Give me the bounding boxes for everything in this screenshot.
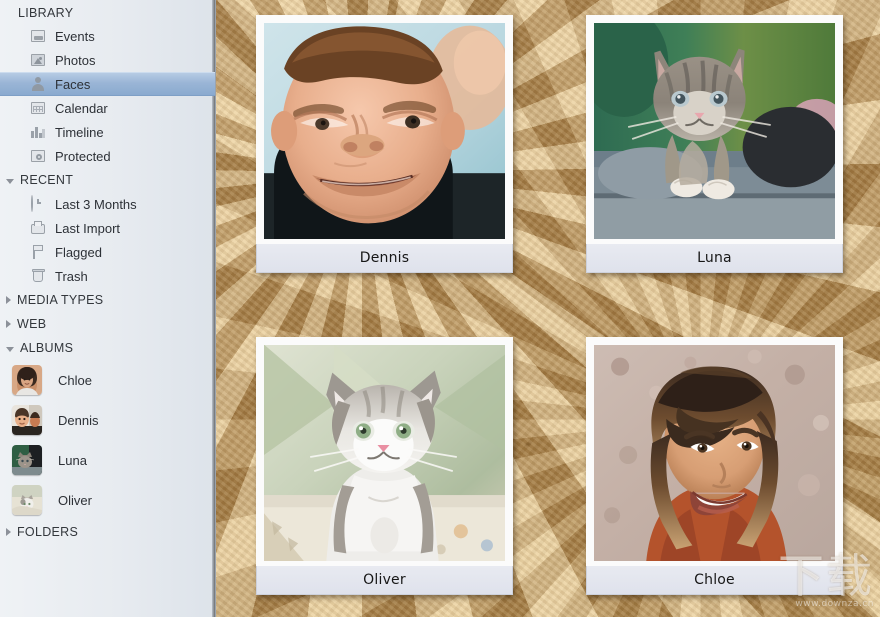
sidebar-album-chloe[interactable]: Chloe (0, 360, 215, 400)
photo-card-caption-luna: Luna (586, 244, 843, 273)
grey-white-fluffy-kitten (264, 345, 505, 561)
sidebar-group-web[interactable]: WEB (0, 312, 215, 336)
sidebar-album-label-oliver: Oliver (58, 492, 92, 508)
sidebar-item-label-protected: Protected (55, 148, 111, 164)
sidebar-item-trash[interactable]: Trash (0, 264, 215, 288)
sidebar-group-media-types[interactable]: MEDIA TYPES (0, 288, 215, 312)
sidebar-item-timeline[interactable]: Timeline (0, 120, 215, 144)
sidebar-item-label-calendar: Calendar (55, 100, 108, 116)
clock-icon (30, 195, 46, 212)
oliver-thumb (12, 485, 42, 515)
sidebar-item-last-import[interactable]: Last Import (0, 216, 215, 240)
sidebar-item-label-trash: Trash (55, 268, 88, 284)
sidebar: LIBRARY Events Photos Faces Calendar Tim… (0, 0, 216, 617)
grey-tabby-kitten-outdoors (594, 23, 835, 239)
dennis-thumb (12, 405, 42, 435)
sidebar-group-albums[interactable]: ALBUMS (0, 336, 215, 360)
sidebar-group-library[interactable]: LIBRARY (0, 2, 215, 24)
sidebar-item-events[interactable]: Events (0, 24, 215, 48)
sidebar-item-last-3-months[interactable]: Last 3 Months (0, 192, 215, 216)
sidebar-item-protected[interactable]: Protected (0, 144, 215, 168)
photos-icon (30, 52, 46, 68)
sidebar-group-folders[interactable]: FOLDERS (0, 520, 215, 544)
protected-icon (30, 148, 46, 164)
chevron-right-icon (6, 320, 11, 328)
calendar-icon (30, 100, 46, 116)
sidebar-item-flagged[interactable]: Flagged (0, 240, 215, 264)
events-icon (30, 28, 46, 44)
timeline-icon (30, 124, 46, 140)
sidebar-album-luna[interactable]: Luna (0, 440, 215, 480)
smiling-woman-portrait (594, 345, 835, 561)
luna-thumb (12, 445, 42, 475)
sidebar-group-label-web: WEB (17, 317, 47, 331)
sidebar-album-label-dennis: Dennis (58, 412, 99, 428)
chevron-down-icon (6, 178, 14, 184)
sidebar-album-label-chloe: Chloe (58, 372, 92, 388)
sidebar-group-label-media-types: MEDIA TYPES (17, 293, 104, 307)
chevron-right-icon (6, 296, 11, 304)
chevron-down-icon (6, 346, 14, 352)
sidebar-group-label-albums: ALBUMS (20, 341, 74, 355)
sidebar-item-photos[interactable]: Photos (0, 48, 215, 72)
sidebar-item-calendar[interactable]: Calendar (0, 96, 215, 120)
sidebar-item-label-last-3-months: Last 3 Months (55, 196, 137, 212)
photo-card-caption-dennis: Dennis (256, 244, 513, 273)
photo-card-caption-chloe: Chloe (586, 566, 843, 595)
photo-card-oliver[interactable]: Oliver (256, 337, 513, 595)
sidebar-item-label-timeline: Timeline (55, 124, 104, 140)
boy-squinting-face (264, 23, 505, 239)
chloe-thumb (12, 365, 42, 395)
photo-card-luna[interactable]: Luna (586, 15, 843, 273)
sidebar-item-label-photos: Photos (55, 52, 96, 68)
chevron-right-icon (6, 528, 11, 536)
sidebar-group-recent[interactable]: RECENT (0, 168, 215, 192)
sidebar-item-faces[interactable]: Faces (0, 72, 215, 96)
trash-icon (30, 268, 46, 284)
photo-card-dennis[interactable]: Dennis (256, 15, 513, 273)
photo-manager-window: LIBRARY Events Photos Faces Calendar Tim… (0, 0, 880, 617)
sidebar-item-label-flagged: Flagged (55, 244, 102, 260)
sidebar-album-dennis[interactable]: Dennis (0, 400, 215, 440)
watermark-subtext: www.downza.cn (795, 599, 874, 609)
photo-board: Dennis Luna Oliver Chloe 下载 www.downza.c… (216, 0, 880, 617)
flag-icon (30, 244, 46, 260)
photo-card-caption-oliver: Oliver (256, 566, 513, 595)
sidebar-item-label-last-import: Last Import (55, 220, 121, 236)
photo-card-chloe[interactable]: Chloe (586, 337, 843, 595)
sidebar-group-label-recent: RECENT (20, 173, 74, 187)
faces-icon (30, 76, 46, 92)
sidebar-album-label-luna: Luna (58, 452, 87, 468)
sidebar-item-label-events: Events (55, 28, 95, 44)
import-icon (30, 220, 46, 236)
sidebar-album-oliver[interactable]: Oliver (0, 480, 215, 520)
sidebar-group-label-folders: FOLDERS (17, 525, 79, 539)
sidebar-group-label-library: LIBRARY (18, 6, 74, 20)
sidebar-item-label-faces: Faces (55, 76, 91, 92)
